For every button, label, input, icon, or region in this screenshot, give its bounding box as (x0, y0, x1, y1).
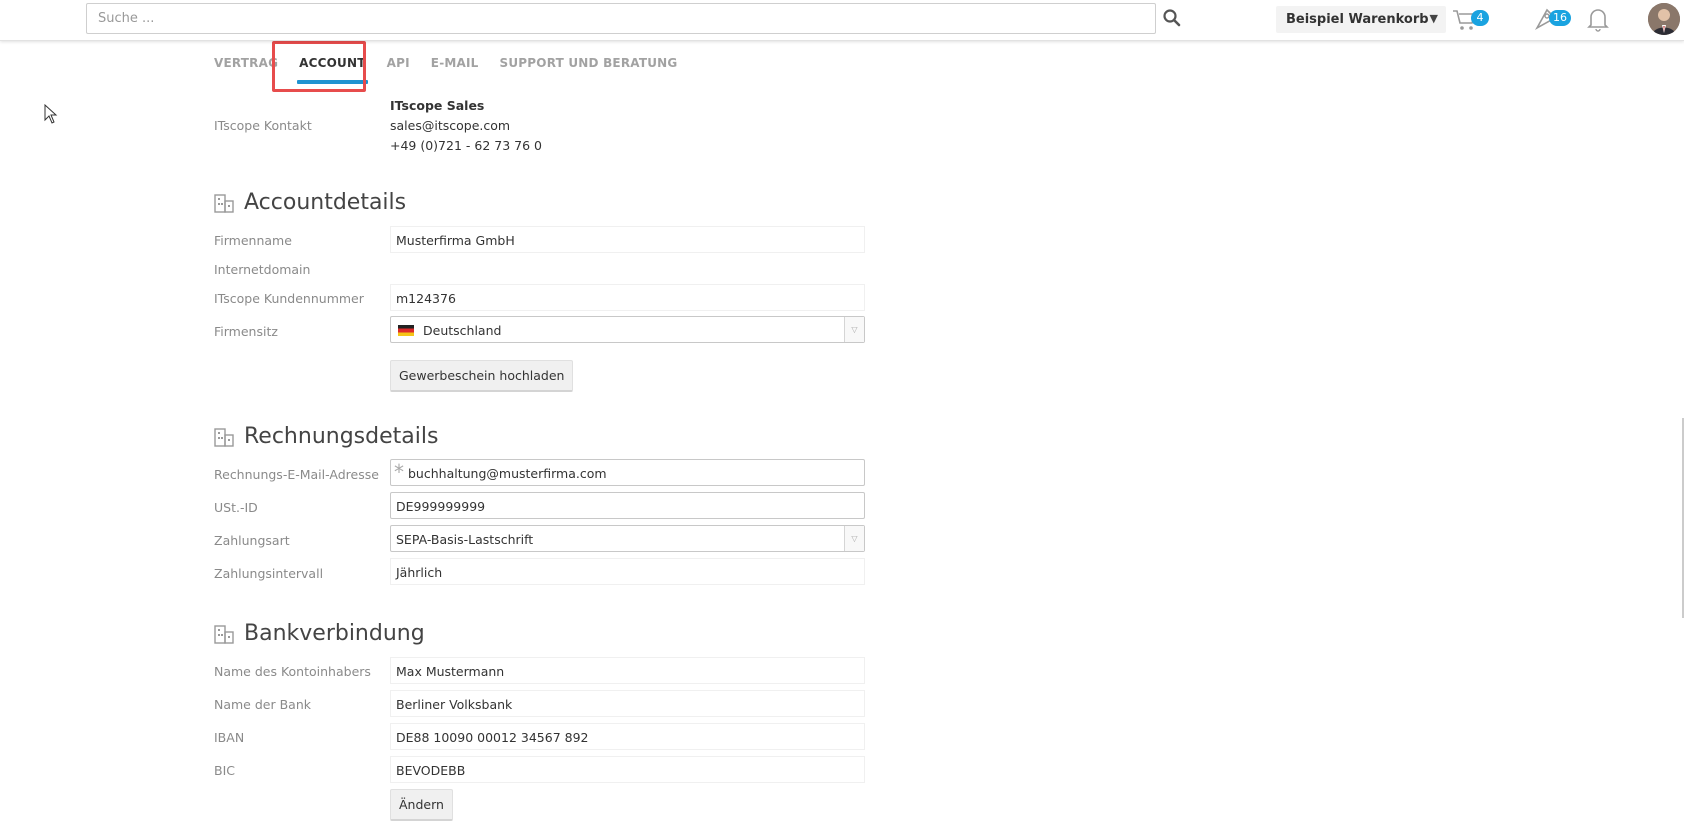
billing-email-label: Rechnungs-E-Mail-Adresse (214, 467, 379, 482)
contact-phone: +49 (0)721 - 62 73 76 0 (390, 138, 542, 153)
customer-number-field: m124376 (390, 284, 865, 311)
billing-email-value: buchhaltung@musterfirma.com (408, 466, 607, 481)
required-star-icon: * (394, 460, 404, 484)
search-icon[interactable] (1162, 8, 1184, 30)
company-seat-label: Firmensitz (214, 324, 278, 339)
bank-name-label: Name der Bank (214, 697, 311, 712)
chevron-down-icon: ▼ (1429, 12, 1438, 25)
company-field: Musterfirma GmbH (390, 226, 865, 253)
chevron-down-icon[interactable]: ▽ (844, 526, 864, 551)
tab-vertrag[interactable]: VERTRAG (214, 50, 278, 86)
section-title-billing: Rechnungsdetails (214, 424, 438, 449)
company-label: Firmenname (214, 233, 292, 248)
watch-count-badge: 16 (1549, 10, 1571, 26)
iban-field: DE88 10090 00012 34567 892 (390, 723, 865, 750)
tab-support[interactable]: SUPPORT UND BERATUNG (500, 50, 678, 86)
bic-field: BEVODEBB (390, 756, 865, 783)
germany-flag-icon (398, 325, 414, 336)
mouse-cursor-icon (44, 103, 58, 128)
billing-email-field[interactable]: * buchhaltung@musterfirma.com (390, 459, 865, 486)
payment-method-select[interactable]: SEPA-Basis-Lastschrift ▽ (390, 525, 865, 552)
payment-interval-label: Zahlungsintervall (214, 566, 324, 581)
tab-api[interactable]: API (387, 50, 410, 86)
upload-license-button[interactable]: Gewerbeschein hochladen (390, 360, 574, 392)
tab-email[interactable]: E-MAIL (431, 50, 479, 86)
contact-name: ITscope Sales (390, 98, 485, 113)
search-input[interactable] (86, 3, 1156, 34)
company-seat-select[interactable]: Deutschland ▽ (390, 316, 865, 343)
section-title-bank: Bankverbindung (214, 621, 425, 646)
contact-label: ITscope Kontakt (214, 118, 312, 133)
bell-icon[interactable] (1586, 6, 1610, 36)
account-holder-field: Max Mustermann (390, 657, 865, 684)
vat-id-label: USt.-ID (214, 500, 258, 515)
tab-account[interactable]: ACCOUNT (297, 50, 369, 86)
avatar[interactable] (1648, 3, 1680, 35)
cart-selector[interactable]: Beispiel Warenkorb ▼ (1276, 6, 1446, 33)
bic-label: BIC (214, 763, 235, 778)
building-icon (214, 427, 234, 447)
payment-method-value: SEPA-Basis-Lastschrift (396, 532, 534, 547)
change-bank-button[interactable]: Ändern (390, 789, 453, 821)
account-holder-label: Name des Kontoinhabers (214, 664, 371, 679)
building-icon (214, 624, 234, 644)
cart-selector-label: Beispiel Warenkorb (1286, 12, 1429, 27)
payment-method-label: Zahlungsart (214, 533, 290, 548)
top-bar: Beispiel Warenkorb ▼ 4 16 (0, 0, 1684, 41)
section-title-account: Accountdetails (214, 190, 406, 215)
contact-email[interactable]: sales@itscope.com (390, 118, 510, 133)
company-seat-value: Deutschland (423, 323, 502, 338)
section-title-text: Bankverbindung (244, 621, 425, 646)
chevron-down-icon[interactable]: ▽ (844, 317, 864, 342)
section-title-text: Rechnungsdetails (244, 424, 439, 449)
bank-name-field: Berliner Volksbank (390, 690, 865, 717)
customer-number-label: ITscope Kundennummer (214, 291, 364, 306)
vat-id-field[interactable]: DE999999999 (390, 492, 865, 519)
iban-label: IBAN (214, 730, 245, 745)
section-title-text: Accountdetails (244, 190, 407, 215)
tab-bar: VERTRAG ACCOUNT API E-MAIL SUPPORT UND B… (214, 50, 698, 86)
domain-label: Internetdomain (214, 262, 311, 277)
cart-count-badge: 4 (1471, 10, 1489, 26)
payment-interval-field: Jährlich (390, 558, 865, 585)
building-icon (214, 193, 234, 213)
